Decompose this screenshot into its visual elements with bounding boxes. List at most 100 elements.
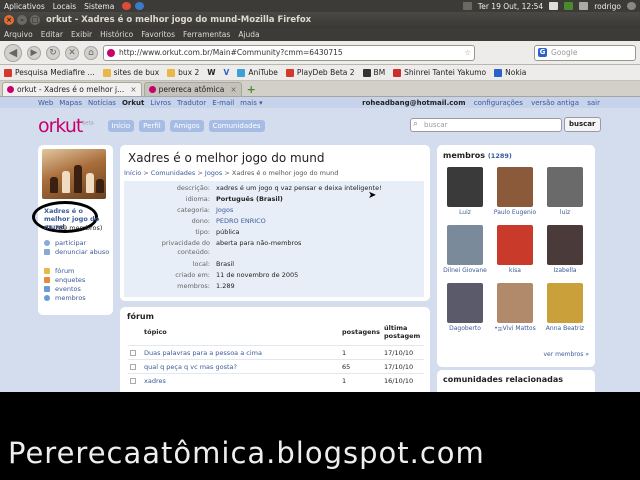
toplink-more[interactable]: mais ▾ — [240, 99, 262, 107]
network-icon[interactable] — [462, 2, 472, 10]
category-link[interactable]: Jogos — [216, 206, 233, 214]
member-item[interactable]: Paulo Eugenio — [493, 167, 537, 216]
panel-menu-applications[interactable]: Aplicativos — [4, 2, 45, 11]
avatar[interactable] — [547, 167, 583, 207]
window-close-icon[interactable]: × — [4, 15, 14, 25]
web-search-box[interactable]: G Google — [534, 44, 636, 61]
bookmark-item[interactable]: W — [207, 68, 215, 77]
menu-help[interactable]: Ajuda — [238, 30, 259, 39]
toplink-email[interactable]: E-mail — [212, 99, 234, 107]
bookmark-item[interactable]: Nokia — [494, 68, 526, 77]
events-link[interactable]: eventos — [44, 285, 81, 293]
breadcrumb-games[interactable]: Jogos — [205, 169, 222, 177]
orkut-search-input[interactable]: buscar — [410, 118, 562, 132]
polls-link[interactable]: enquetes — [44, 276, 85, 284]
forum-link[interactable]: fórum — [44, 267, 74, 275]
toplink-maps[interactable]: Mapas — [59, 99, 82, 107]
member-item[interactable]: Luiz — [443, 167, 487, 216]
avatar[interactable] — [547, 225, 583, 265]
see-all-members-link[interactable]: ver membros » — [543, 351, 589, 358]
old-version-link[interactable]: versão antiga — [531, 99, 579, 107]
nav-communities-button[interactable]: Comunidades — [208, 120, 265, 132]
toplink-books[interactable]: Livros — [150, 99, 171, 107]
menu-edit[interactable]: Editar — [41, 30, 63, 39]
tab-close-icon[interactable]: × — [230, 85, 236, 94]
member-item[interactable]: •ஐVivi Mattos — [493, 283, 537, 332]
bookmark-item[interactable]: bux 2 — [167, 68, 199, 77]
chat-icon[interactable] — [564, 2, 574, 10]
chrome-launcher-icon[interactable] — [122, 2, 132, 10]
back-arrow-icon[interactable]: ◀ — [4, 43, 22, 62]
member-item[interactable]: kisa — [493, 225, 537, 274]
avatar[interactable] — [447, 283, 483, 323]
volume-icon[interactable] — [579, 2, 589, 10]
menu-tools[interactable]: Ferramentas — [183, 30, 230, 39]
bookmark-star-icon[interactable]: ☆ — [464, 48, 471, 57]
nav-home-button[interactable]: Início — [107, 120, 135, 132]
bookmark-item[interactable]: PlayDeb Beta 2 — [285, 68, 355, 77]
avatar[interactable] — [547, 283, 583, 323]
menu-history[interactable]: Histórico — [100, 30, 133, 39]
report-abuse-link[interactable]: denunciar abuso — [44, 248, 109, 256]
bookmark-item[interactable]: BM — [362, 68, 385, 77]
settings-link[interactable]: configurações — [474, 99, 523, 107]
toplink-translate[interactable]: Tradutor — [177, 99, 206, 107]
tab-perereca[interactable]: perereca atômica × — [143, 82, 242, 96]
topic-link[interactable]: Duas palavras para a pessoa a cima — [144, 349, 262, 357]
panel-menu-places[interactable]: Locais — [53, 2, 76, 11]
member-item[interactable]: luiz — [543, 167, 587, 216]
breadcrumb-communities[interactable]: Comunidades — [151, 169, 196, 177]
owner-link[interactable]: PEDRO ENRICO — [216, 217, 266, 225]
tab-orkut[interactable]: orkut - Xadres é o melhor j... × — [2, 82, 142, 96]
new-tab-plus-icon[interactable]: + — [247, 83, 256, 96]
home-icon[interactable]: ⌂ — [84, 45, 98, 60]
url-bar[interactable]: http://www.orkut.com.br/Main#Community?c… — [103, 44, 475, 61]
orkut-logo[interactable]: orkutbeta — [38, 115, 94, 137]
row-checkbox[interactable] — [130, 378, 136, 384]
bookmark-item[interactable]: sites de bux — [102, 68, 159, 77]
nav-friends-button[interactable]: Amigos — [169, 120, 204, 132]
avatar[interactable] — [447, 167, 483, 207]
logout-link[interactable]: sair — [587, 99, 600, 107]
power-icon[interactable] — [627, 2, 636, 10]
bookmark-item[interactable]: AniTube — [237, 68, 278, 77]
members-link[interactable]: membros — [44, 294, 86, 302]
tab-close-icon[interactable]: × — [130, 85, 136, 94]
bookmark-item[interactable]: Shinrei Tantei Yakumo — [393, 68, 486, 77]
toplink-news[interactable]: Notícias — [88, 99, 116, 107]
toplink-web[interactable]: Web — [38, 99, 53, 107]
community-photo[interactable] — [42, 149, 106, 199]
stop-icon[interactable]: ✕ — [65, 45, 79, 60]
member-item[interactable]: Dilnei Giovane — [443, 225, 487, 274]
member-item[interactable]: Dagoberto — [443, 283, 487, 332]
join-link[interactable]: participar — [44, 239, 86, 247]
nav-profile-button[interactable]: Perfil — [139, 120, 165, 132]
menu-bookmarks[interactable]: Favoritos — [141, 30, 175, 39]
reload-icon[interactable]: ↻ — [46, 45, 60, 60]
bookmark-item[interactable]: V — [224, 68, 230, 77]
avatar[interactable] — [497, 283, 533, 323]
row-checkbox[interactable] — [130, 350, 136, 356]
avatar[interactable] — [497, 225, 533, 265]
row-checkbox[interactable] — [130, 364, 136, 370]
topic-link[interactable]: xadres — [144, 377, 166, 385]
help-launcher-icon[interactable] — [135, 2, 145, 10]
toplink-orkut[interactable]: Orkut — [122, 99, 144, 107]
window-maximize-icon[interactable]: □ — [30, 15, 40, 25]
mail-icon[interactable] — [549, 2, 559, 10]
orkut-search-button[interactable]: buscar — [564, 117, 601, 132]
window-minimize-icon[interactable]: – — [17, 15, 27, 25]
panel-user[interactable]: rodrigo — [594, 2, 621, 11]
avatar[interactable] — [497, 167, 533, 207]
forward-arrow-icon[interactable]: ▶ — [27, 45, 41, 60]
breadcrumb-home[interactable]: Início — [124, 169, 141, 177]
menu-view[interactable]: Exibir — [71, 30, 92, 39]
bookmark-item[interactable]: Pesquisa Mediafire ... — [4, 68, 95, 77]
topic-link[interactable]: qual q peça q vc mas gosta? — [144, 363, 237, 371]
menu-file[interactable]: Arquivo — [4, 30, 33, 39]
member-item[interactable]: Izabella — [543, 225, 587, 274]
panel-menu-system[interactable]: Sistema — [84, 2, 114, 11]
member-item[interactable]: Anna Beatriz — [543, 283, 587, 332]
avatar[interactable] — [447, 225, 483, 265]
panel-clock[interactable]: Ter 19 Out, 12:54 — [478, 2, 543, 11]
